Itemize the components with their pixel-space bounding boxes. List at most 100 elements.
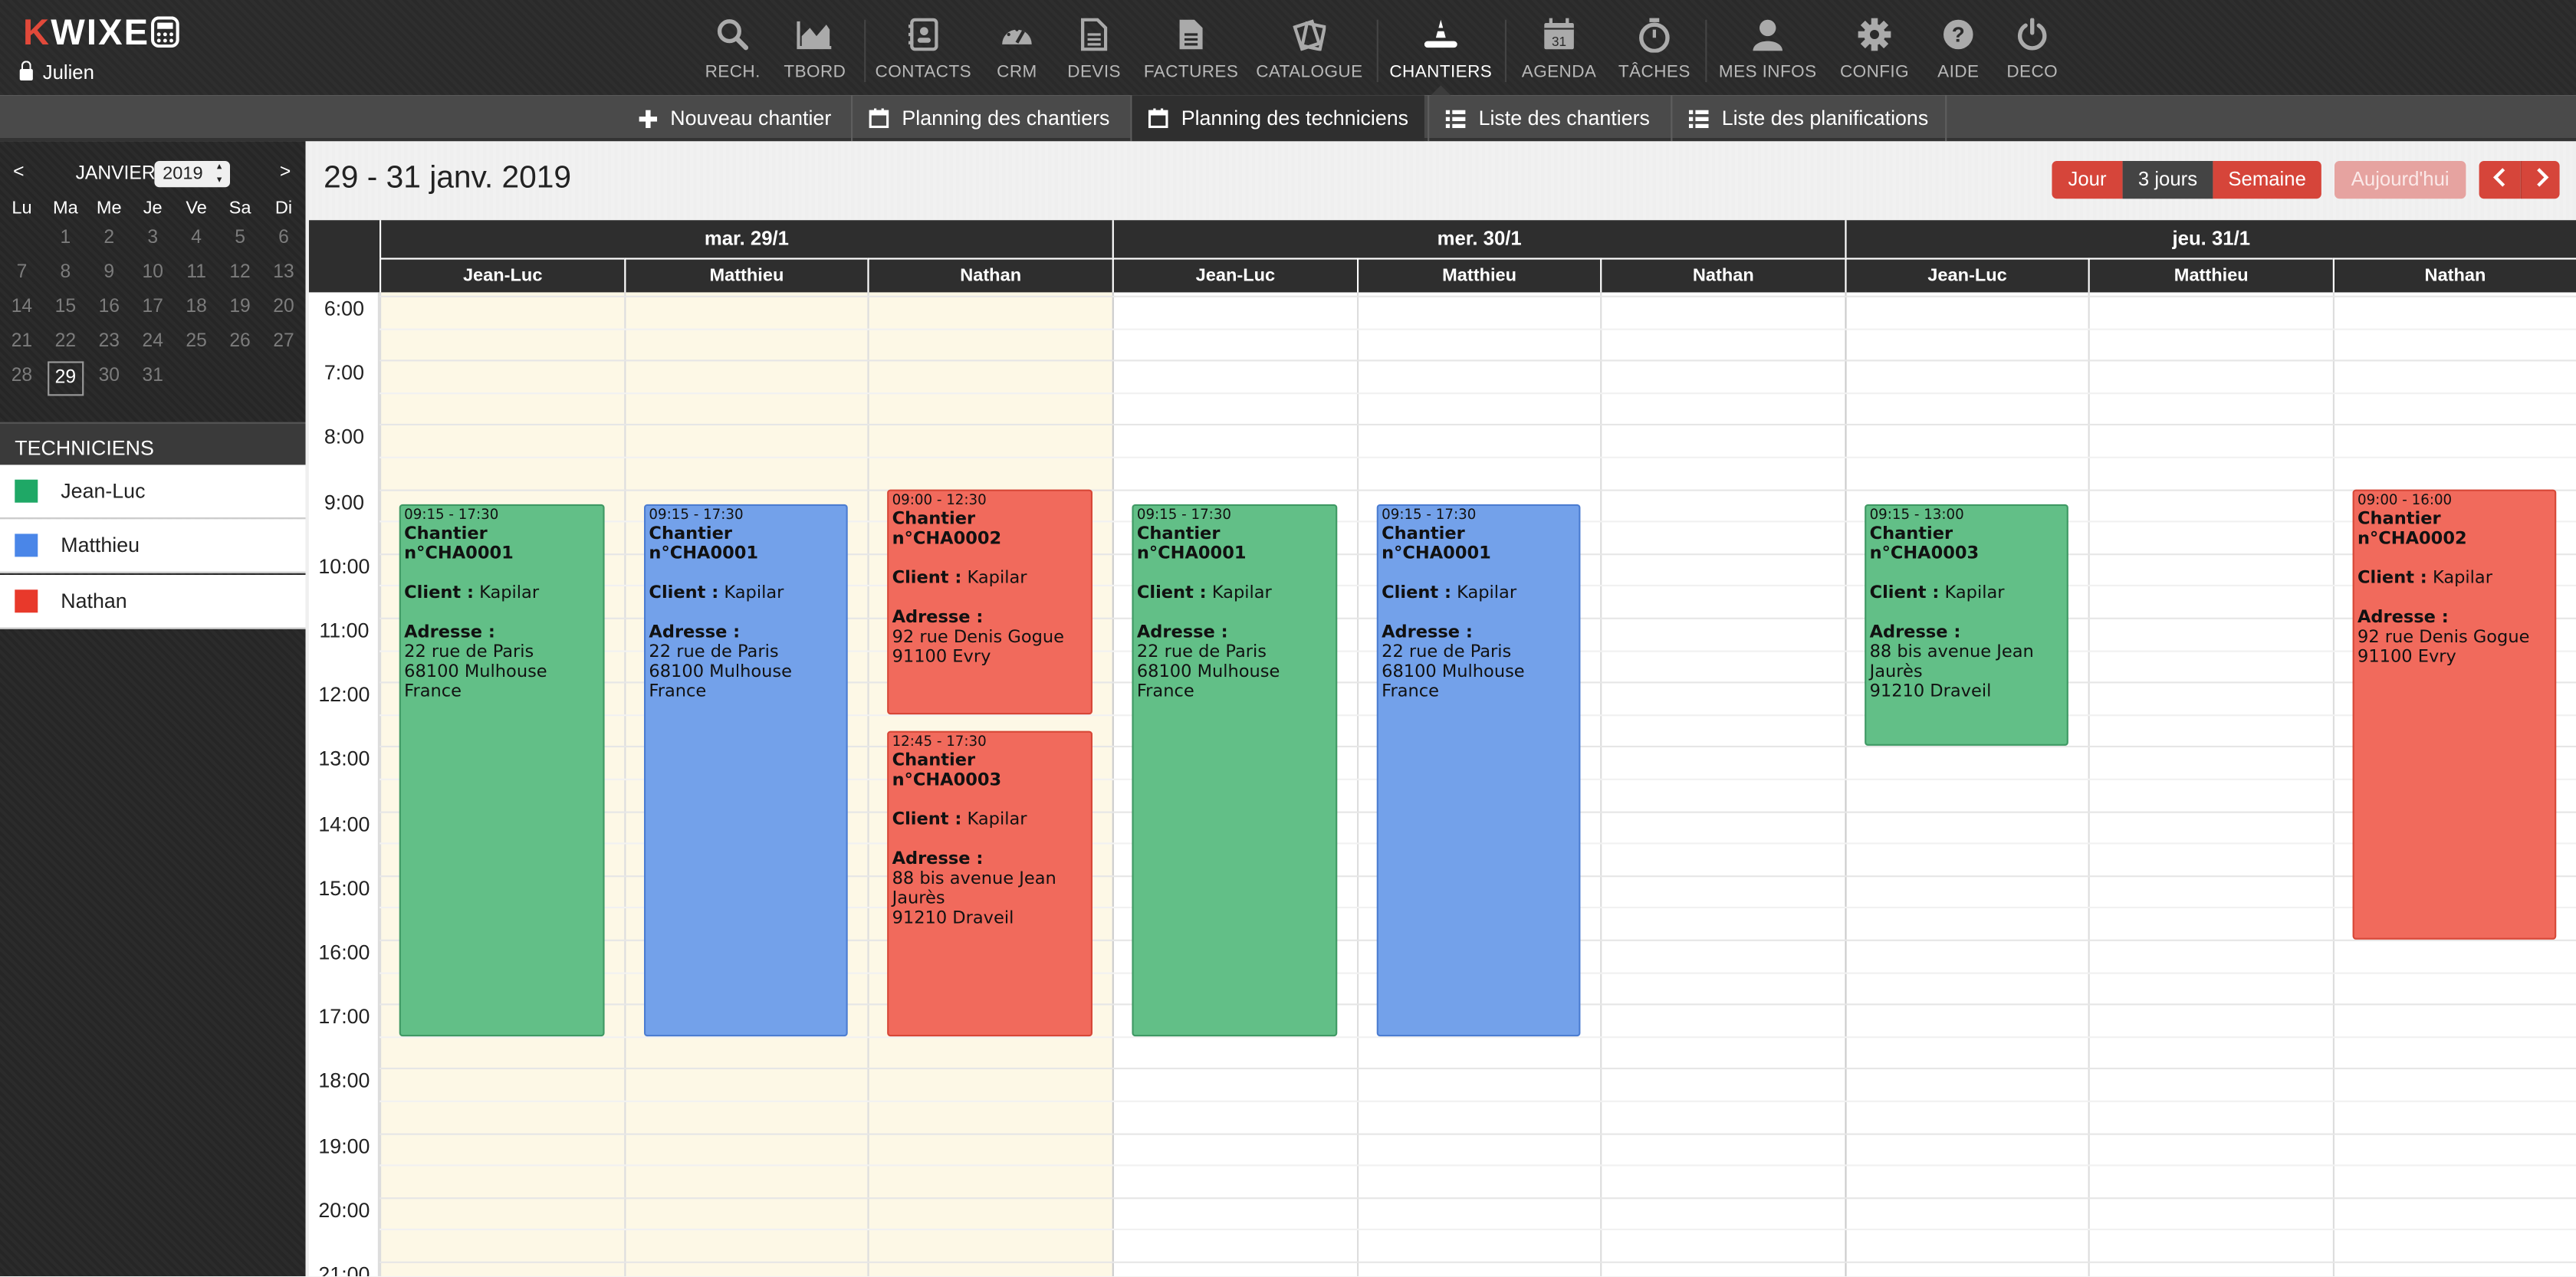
technician-item-nathan[interactable]: Nathan (0, 575, 306, 629)
weekday-label: Ma (53, 199, 78, 218)
mini-calendar-day[interactable]: 9 (87, 258, 131, 292)
planning-event[interactable]: 09:15 - 17:30 Chantier n°CHA0001 Client : … (1132, 504, 1338, 1036)
mini-calendar-day[interactable]: 31 (131, 361, 175, 396)
client-value: Kapilar (967, 567, 1027, 588)
new-site-button[interactable]: Nouveau chantier (621, 95, 848, 141)
nav-taches[interactable]: TÂCHES (1617, 0, 1693, 95)
nav-agenda[interactable]: 31 AGENDA (1521, 0, 1597, 95)
mini-calendar-grid: Lu Ma Me Je Ve Sa Di 1 2 3 4 5 6 7 8 9 10 11 12 13 14 15 16 17 1… (0, 197, 306, 396)
planning-event[interactable]: 09:15 - 13:00 Chantier n°CHA0003 Client : … (1865, 504, 2068, 747)
technicians-planning-button[interactable]: Planning des techniciens (1130, 95, 1425, 142)
mini-calendar-day[interactable]: 14 (0, 292, 44, 327)
plannings-list-button[interactable]: Liste des planifications (1671, 95, 1947, 142)
mini-calendar-day[interactable]: 12 (219, 258, 262, 292)
sites-list-button[interactable]: Liste des chantiers (1428, 95, 1666, 142)
nav-config[interactable]: CONFIG (1840, 0, 1909, 95)
planning-event[interactable]: 09:00 - 16:00 Chantier n°CHA0002 Client : … (2352, 488, 2557, 940)
mini-calendar-day[interactable]: 18 (175, 292, 219, 327)
nav-aide[interactable]: ? AIDE (1932, 0, 1985, 95)
mini-calendar-day[interactable]: 5 (219, 223, 262, 258)
event-client: Client : Kapilar (892, 568, 1088, 588)
mini-calendar-day[interactable]: 3 (131, 223, 175, 258)
mini-calendar-day[interactable]: 21 (0, 327, 44, 361)
mini-calendar-day[interactable]: 27 (262, 327, 306, 361)
mini-calendar-day[interactable]: 23 (87, 327, 131, 361)
client-label: Client : (892, 567, 962, 588)
mini-calendar-day[interactable]: 20 (262, 292, 306, 327)
chart-icon (797, 16, 833, 52)
help-icon: ? (1940, 16, 1976, 52)
current-user[interactable]: Julien (19, 61, 94, 84)
nav-crm[interactable]: CRM (992, 0, 1041, 95)
event-client: Client : Kapilar (1382, 584, 1576, 604)
mini-calendar-day[interactable]: 25 (175, 327, 219, 361)
power-icon (2014, 16, 2050, 52)
technician-item-jean-luc[interactable]: Jean-Luc (0, 465, 306, 520)
nav-chantiers[interactable]: CHANTIERS (1389, 0, 1492, 96)
hour-label: 21:00 (318, 1262, 370, 1276)
mini-calendar-day[interactable]: 26 (219, 327, 262, 361)
calendar-column-slot[interactable] (2088, 292, 2333, 1276)
nav-tbord[interactable]: TBORD (779, 0, 851, 95)
planning-event[interactable]: 12:45 - 17:30 Chantier n°CHA0003 Client : … (887, 730, 1092, 1036)
mini-calendar-day[interactable]: 24 (131, 327, 175, 361)
mini-calendar-day[interactable]: 1 (44, 223, 87, 258)
sites-planning-button[interactable]: Planning des chantiers (851, 95, 1126, 142)
event-address: Adresse :22 rue de Paris 68100 Mulhouse Fr… (404, 623, 600, 702)
mini-calendar-day[interactable]: 19 (219, 292, 262, 327)
planning-event[interactable]: 09:00 - 12:30 Chantier n°CHA0002 Client : … (887, 488, 1092, 714)
today-button[interactable]: Aujourd'hui (2334, 161, 2466, 199)
app-root: KWIXE Julien RECH. TBORD CONTACTS CRM DE… (0, 0, 2576, 1276)
technician-column-header: Nathan (1600, 258, 1845, 293)
mini-calendar-day[interactable]: 15 (44, 292, 87, 327)
event-title: Chantier n°CHA0001 (1382, 524, 1491, 564)
nav-rech[interactable]: RECH. (700, 0, 766, 95)
nav-deco[interactable]: DECO (2004, 0, 2060, 95)
mini-calendar-day[interactable]: 7 (0, 258, 44, 292)
nav-mes-infos[interactable]: MES INFOS (1718, 0, 1817, 95)
mini-calendar-prev-button[interactable]: < (13, 162, 24, 182)
mini-calendar-day[interactable]: 11 (175, 258, 219, 292)
mini-calendar-day[interactable]: 28 (0, 361, 44, 396)
app-logo[interactable]: KWIXE (23, 11, 181, 54)
prev-period-button[interactable] (2479, 161, 2521, 199)
address-label: Adresse : (1869, 622, 1961, 643)
client-label: Client : (649, 583, 719, 604)
address-label: Adresse : (649, 622, 741, 643)
calendar-column-slot[interactable] (1600, 292, 1845, 1276)
address-line: 68100 Mulhouse (1382, 662, 1525, 683)
technician-item-matthieu[interactable]: Matthieu (0, 519, 306, 573)
view-week-button[interactable]: Semaine (2213, 161, 2321, 199)
mini-calendar-day[interactable]: 13 (262, 258, 306, 292)
mini-calendar-day[interactable]: 10 (131, 258, 175, 292)
mini-calendar-day[interactable]: 8 (44, 258, 87, 292)
planning-event[interactable]: 09:15 - 17:30 Chantier n°CHA0001 Client : … (1376, 504, 1581, 1036)
mini-calendar-day[interactable]: 29 (47, 361, 84, 396)
nav-catalogue[interactable]: CATALOGUE (1256, 0, 1362, 95)
mini-calendar-day[interactable]: 16 (87, 292, 131, 327)
calendar-column-slot[interactable] (1845, 292, 2088, 1276)
mini-calendar-empty (219, 361, 262, 396)
view-3days-button[interactable]: 3 jours (2122, 161, 2213, 199)
mini-calendar-day[interactable]: 17 (131, 292, 175, 327)
nav-factures[interactable]: FACTURES (1144, 0, 1238, 95)
planning-event[interactable]: 09:15 - 17:30 Chantier n°CHA0001 Client : … (399, 504, 605, 1036)
nav-contacts[interactable]: CONTACTS (876, 0, 971, 95)
mini-calendar-day[interactable]: 22 (44, 327, 87, 361)
weekday-label: Ve (186, 199, 207, 218)
next-period-button[interactable] (2520, 161, 2560, 199)
mini-calendar-day[interactable]: 2 (87, 223, 131, 258)
event-client: Client : Kapilar (649, 584, 843, 604)
mini-calendar-day[interactable]: 6 (262, 223, 306, 258)
planning-event[interactable]: 09:15 - 17:30 Chantier n°CHA0001 Client : … (644, 504, 848, 1036)
client-value: Kapilar (479, 583, 540, 604)
mini-calendar-year-select[interactable]: 2019 (154, 161, 230, 188)
view-day-button[interactable]: Jour (2052, 161, 2123, 199)
nav-devis[interactable]: DEVIS (1065, 0, 1124, 95)
address-label: Adresse : (892, 606, 984, 627)
mini-calendar-day[interactable]: 4 (175, 223, 219, 258)
mini-calendar-day[interactable]: 30 (87, 361, 131, 396)
address-line: 22 rue de Paris (404, 642, 534, 663)
address-line: 91210 Draveil (892, 908, 1014, 927)
mini-calendar-next-button[interactable]: > (280, 162, 291, 182)
